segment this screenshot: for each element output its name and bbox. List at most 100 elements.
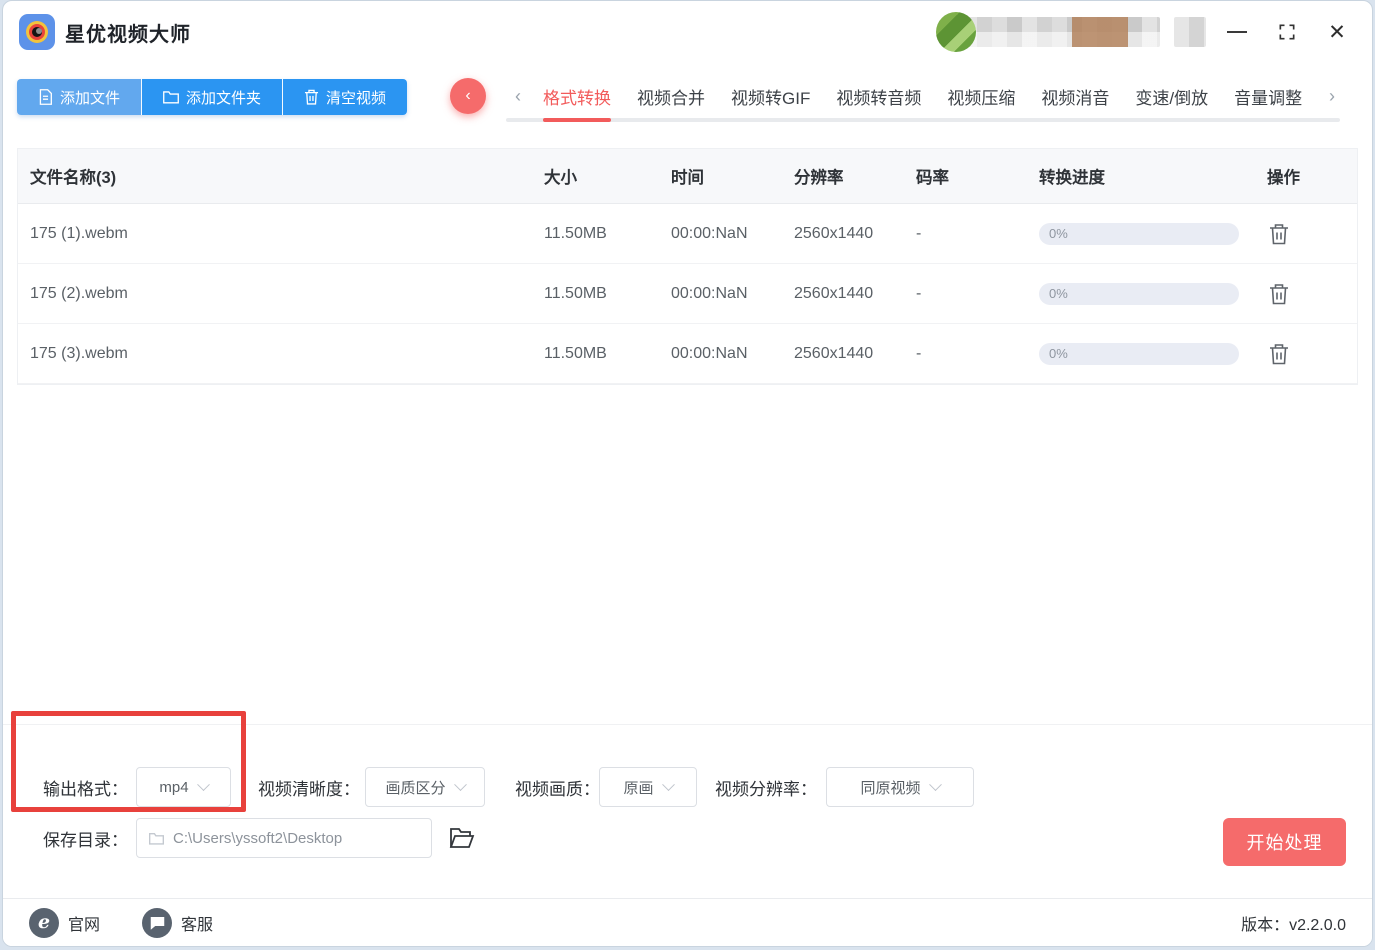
cell-time: 00:00:NaN [671,284,748,302]
tabs-scroll-left-icon[interactable]: ‹ [506,86,530,107]
col-size: 大小 [544,169,577,187]
tab-video-compress[interactable]: 视频压缩 [934,84,1028,109]
add-folder-button[interactable]: 添加文件夹 [141,79,283,115]
minimize-button[interactable] [1224,19,1250,45]
add-file-button[interactable]: 添加文件 [17,79,142,115]
tab-video-merge[interactable]: 视频合并 [624,84,718,109]
delete-row-button[interactable] [1267,342,1291,366]
file-table: 文件名称(3) 大小 时间 分辨率 码率 转换进度 操作 175 (1).web… [17,148,1358,385]
cell-time: 00:00:NaN [671,224,748,242]
folder-open-icon [449,828,475,848]
tabs-scroll-right-icon[interactable]: › [1320,86,1344,107]
tab-video-mute[interactable]: 视频消音 [1028,84,1122,109]
cell-time: 00:00:NaN [671,344,748,362]
chat-bubble-icon [142,907,173,938]
browse-folder-button[interactable] [447,823,477,853]
resolution-select[interactable]: 同原视频 [826,767,974,807]
chevron-down-icon [928,777,942,791]
cell-size: 11.50MB [544,284,607,302]
start-processing-button[interactable]: 开始处理 [1223,818,1346,866]
chevron-down-icon [661,777,675,791]
add-folder-label: 添加文件夹 [186,89,262,107]
tab-scroll-track [506,118,1340,122]
app-title: 星优视频大师 [65,23,191,46]
col-resolution: 分辨率 [794,169,844,187]
minimize-icon [1227,31,1247,33]
cell-size: 11.50MB [544,344,607,362]
cell-size: 11.50MB [544,224,607,242]
trash-icon [1270,283,1288,304]
progress-bar: 0% [1039,222,1239,245]
official-site-label: 官网 [68,916,101,934]
file-actions-group: 添加文件 添加文件夹 清空视频 [17,79,408,115]
clear-videos-button[interactable]: 清空视频 [282,79,408,115]
cell-bitrate: - [916,284,922,302]
cell-name: 175 (1).webm [30,224,128,242]
customer-support-link[interactable]: 客服 [142,907,214,938]
user-avatar[interactable] [936,12,976,52]
clarity-label: 视频清晰度： [258,779,360,799]
active-tab-underline [543,118,611,122]
add-file-label: 添加文件 [60,89,121,107]
resolution-value: 同原视频 [860,779,921,797]
cell-resolution: 2560x1440 [794,224,874,242]
output-format-value: mp4 [159,778,189,796]
delete-row-button[interactable] [1267,282,1291,306]
folder-icon [149,832,164,845]
back-icon: ‹ [465,87,471,104]
quality-select[interactable]: 原画 [599,767,697,807]
customer-support-label: 客服 [181,916,214,934]
delete-row-button[interactable] [1267,222,1291,246]
col-name: 文件名称(3) [30,169,117,187]
quality-label: 视频画质： [515,779,600,799]
trash-icon [304,89,319,105]
save-dir-input[interactable] [173,829,419,847]
maximize-button[interactable] [1274,19,1300,45]
tab-volume-adjust[interactable]: 音量调整 [1221,84,1315,109]
progress-bar: 0% [1039,282,1239,305]
browser-icon: e [29,907,59,938]
cell-bitrate: - [916,344,922,362]
col-time: 时间 [671,169,704,187]
clear-videos-label: 清空视频 [326,89,387,107]
table-header: 文件名称(3) 大小 时间 分辨率 码率 转换进度 操作 [18,149,1357,204]
app-logo-icon [19,14,55,50]
footer: e 官网 客服 版本：v2.2.0.0 [3,898,1372,946]
close-button[interactable]: ✕ [1324,19,1350,45]
table-row: 175 (3).webm 11.50MB 00:00:NaN 2560x1440… [18,324,1357,384]
feature-tabs: ‹ ‹ 格式转换 视频合并 视频转GIF 视频转音频 视频压缩 视频消音 变速/… [448,78,1344,122]
username-redacted [962,17,1160,47]
chevron-down-icon [453,777,467,791]
app-window: 星优视频大师 ✕ 添加文件 添加文件夹 清空视频 ‹ ‹ 格式转换 视频合并 视… [2,0,1373,947]
close-icon: ✕ [1328,20,1346,44]
trash-icon [1270,223,1288,244]
tab-format-convert[interactable]: 格式转换 [530,84,624,109]
cell-bitrate: - [916,224,922,242]
chevron-down-icon [196,777,210,791]
version-text: 版本：v2.2.0.0 [1241,916,1346,934]
table-row: 175 (2).webm 11.50MB 00:00:NaN 2560x1440… [18,264,1357,324]
maximize-icon [1279,24,1295,40]
user-area [936,12,1206,52]
tab-video-to-gif[interactable]: 视频转GIF [718,84,823,109]
tabs-strip: ‹ 格式转换 视频合并 视频转GIF 视频转音频 视频压缩 视频消音 变速/倒放… [506,78,1344,114]
col-action: 操作 [1267,169,1300,187]
official-site-link[interactable]: e 官网 [29,907,101,938]
cell-name: 175 (2).webm [30,284,128,302]
col-bitrate: 码率 [916,169,949,187]
titlebar: 星优视频大师 ✕ [3,1,1372,63]
quality-value: 原画 [623,779,654,797]
folder-icon [163,91,179,104]
resolution-label: 视频分辨率： [715,779,817,799]
save-dir-field[interactable] [136,818,432,858]
cell-resolution: 2560x1440 [794,284,874,302]
window-controls: ✕ [1224,19,1350,45]
back-circle-button[interactable]: ‹ [450,78,486,114]
tab-video-to-audio[interactable]: 视频转音频 [823,84,934,109]
output-format-select[interactable]: mp4 [136,767,231,807]
clarity-select[interactable]: 画质区分 [365,767,485,807]
tab-speed-reverse[interactable]: 变速/倒放 [1122,84,1221,109]
file-icon [39,89,52,105]
user-info-redacted [1174,17,1206,47]
save-dir-label: 保存目录： [43,830,128,850]
